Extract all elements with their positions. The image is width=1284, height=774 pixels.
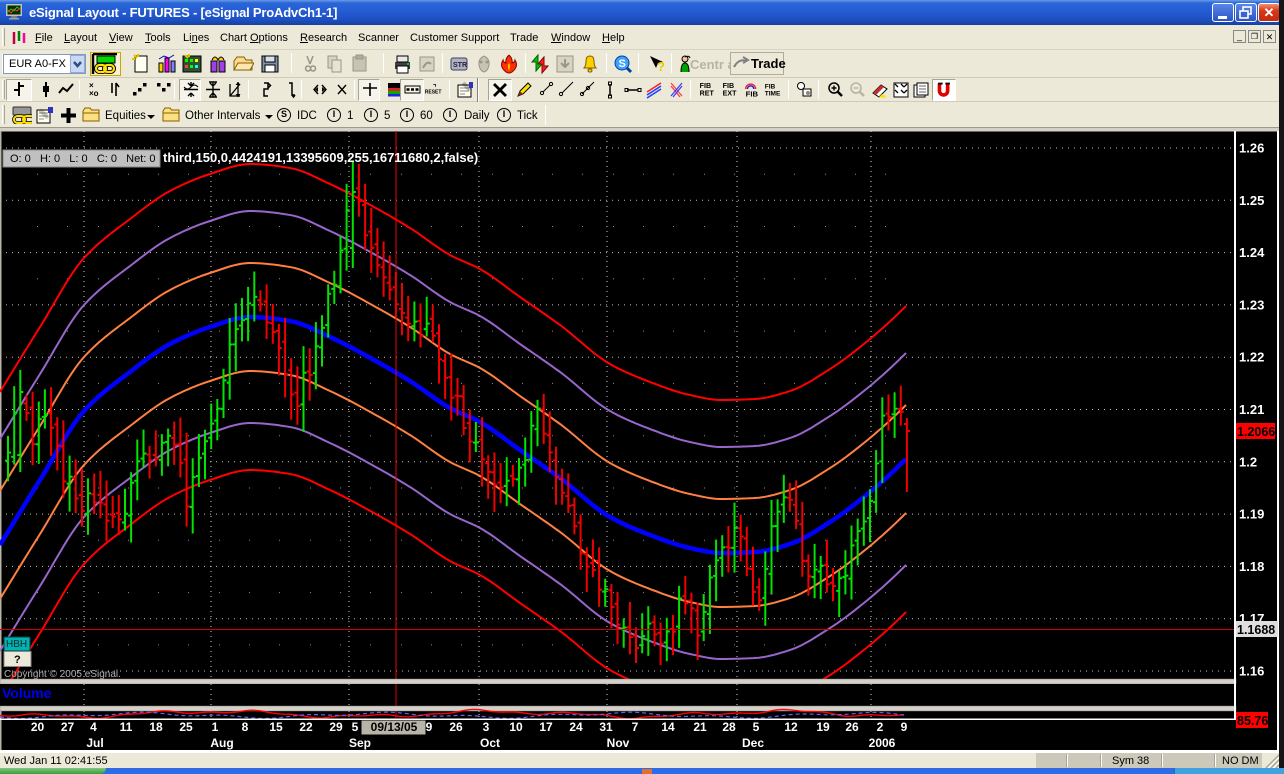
svg-text:29: 29 (329, 720, 343, 734)
svg-text:21: 21 (693, 720, 707, 734)
svg-text:Dec: Dec (742, 736, 764, 750)
svg-text:EXT: EXT (723, 90, 737, 98)
svg-text:Sep: Sep (349, 736, 371, 750)
svg-text:85.76: 85.76 (1237, 714, 1268, 728)
svg-text:third,150,0,4424191,13395609,2: third,150,0,4424191,13395609,255,1671168… (163, 150, 478, 165)
svg-text:11: 11 (120, 720, 133, 734)
svg-text:1.26: 1.26 (1239, 141, 1264, 156)
svg-text:1.1688: 1.1688 (1237, 623, 1275, 637)
svg-text:1.24: 1.24 (1239, 245, 1265, 260)
svg-text:TIME: TIME (765, 90, 781, 97)
svg-text:FIB: FIB (746, 89, 759, 98)
svg-text:1.16: 1.16 (1239, 664, 1264, 679)
svg-text:5: 5 (753, 720, 760, 734)
svg-text:10: 10 (509, 720, 523, 734)
svg-text:RESET: RESET (425, 90, 442, 96)
svg-text:1.18: 1.18 (1239, 559, 1264, 574)
svg-text:27: 27 (61, 720, 75, 734)
svg-text:HBH: HBH (6, 639, 27, 650)
svg-text:25: 25 (179, 720, 193, 734)
svg-text:4: 4 (90, 720, 97, 734)
svg-text:1.21: 1.21 (1239, 402, 1264, 417)
svg-text:1.25: 1.25 (1239, 193, 1264, 208)
svg-text:Jul: Jul (86, 736, 103, 750)
svg-text:?: ? (14, 654, 21, 666)
svg-text:17: 17 (539, 720, 553, 734)
svg-text:Nov: Nov (607, 736, 630, 750)
svg-text:9: 9 (901, 720, 908, 734)
svg-text:1.22: 1.22 (1239, 350, 1264, 365)
svg-text:12: 12 (784, 720, 798, 734)
svg-text:1.19: 1.19 (1239, 507, 1264, 522)
svg-text:1.23: 1.23 (1239, 297, 1264, 312)
svg-text:5: 5 (352, 720, 359, 734)
svg-text:1.2: 1.2 (1239, 454, 1257, 469)
svg-text:24: 24 (569, 720, 583, 734)
svg-text:STR: STR (453, 62, 467, 69)
svg-text:Copyright © 2005 eSignal.: Copyright © 2005 eSignal. (4, 669, 121, 680)
svg-text:Aug: Aug (210, 736, 233, 750)
svg-text:15: 15 (269, 720, 283, 734)
svg-text:2006: 2006 (869, 736, 896, 750)
svg-text:26: 26 (845, 720, 859, 734)
svg-text:18: 18 (149, 720, 163, 734)
svg-text:RET: RET (700, 90, 715, 98)
svg-text:22: 22 (299, 720, 313, 734)
svg-text:1: 1 (212, 720, 219, 734)
svg-text:31: 31 (599, 720, 613, 734)
svg-text:3: 3 (483, 720, 490, 734)
svg-text:×o: ×o (89, 89, 99, 98)
svg-text:14: 14 (661, 720, 675, 734)
svg-text:O: 0 H: 0 L: 0 C: 0 Ne: O: 0 H: 0 L: 0 C: 0 Net: 0 (10, 153, 156, 165)
svg-text:20: 20 (31, 720, 45, 734)
svg-text:09/13/05: 09/13/05 (371, 720, 418, 734)
svg-text:9: 9 (426, 720, 433, 734)
svg-text:Volume: Volume (2, 685, 52, 701)
svg-text:S: S (619, 58, 626, 70)
svg-text:8: 8 (242, 720, 249, 734)
svg-text:26: 26 (449, 720, 463, 734)
svg-text:Oct: Oct (480, 736, 500, 750)
svg-text:?: ? (657, 59, 665, 74)
svg-text:2: 2 (877, 720, 884, 734)
svg-text:1.2066: 1.2066 (1237, 425, 1275, 439)
svg-text:7: 7 (632, 720, 639, 734)
svg-text:19: 19 (816, 720, 830, 734)
svg-text:FIB: FIB (765, 83, 776, 90)
svg-text:28: 28 (722, 720, 736, 734)
